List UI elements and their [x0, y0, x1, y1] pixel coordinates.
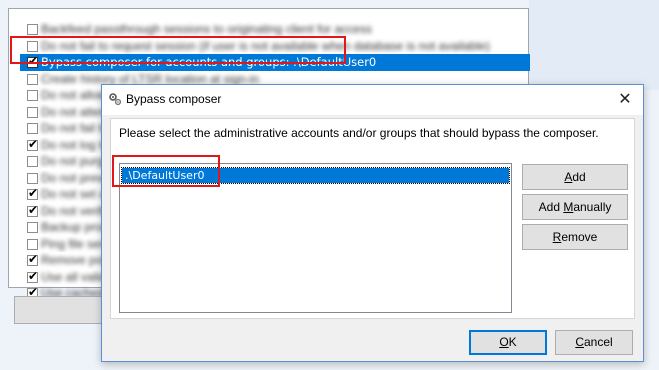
background-right-panel	[529, 0, 659, 90]
close-icon: ✕	[618, 91, 632, 108]
remove-button[interactable]: Remove	[522, 224, 628, 250]
dialog-title: Bypass composer	[126, 92, 222, 106]
setting-checkbox[interactable]	[27, 222, 38, 233]
highlight-box-setting	[10, 36, 346, 64]
add-manually-button[interactable]: Add Manually	[522, 194, 628, 220]
cancel-button[interactable]: Cancel	[555, 330, 633, 355]
setting-checkbox[interactable]	[27, 156, 38, 167]
checkmark-icon: ✔	[28, 268, 39, 283]
setting-label: Do not fail to	[41, 121, 109, 135]
dialog-titlebar: Bypass composer ✕	[102, 85, 643, 115]
setting-label: Backfeed passthrough sessions to origina…	[41, 22, 372, 36]
setting-label: Use all valid	[41, 269, 106, 284]
bypass-composer-dialog: Bypass composer ✕ Please select the admi…	[101, 84, 644, 362]
add-button[interactable]: Add	[522, 164, 628, 190]
setting-checkbox[interactable]	[27, 106, 38, 118]
setting-checkbox[interactable]	[27, 90, 38, 101]
setting-checkbox[interactable]	[27, 172, 38, 184]
close-button[interactable]: ✕	[615, 90, 635, 110]
setting-checkbox[interactable]	[27, 123, 38, 134]
highlight-box-list-item	[112, 155, 220, 187]
instruction-text: Please select the administrative account…	[119, 126, 599, 140]
checkmark-icon: ✔	[28, 136, 39, 151]
checkmark-icon: ✔	[28, 202, 39, 217]
setting-checkbox[interactable]	[27, 238, 38, 250]
setting-checkbox[interactable]	[27, 73, 38, 85]
setting-label: Do not verify	[41, 203, 109, 218]
setting-checkbox[interactable]	[27, 24, 38, 35]
gears-icon	[109, 93, 122, 106]
dialog-content: Please select the administrative account…	[110, 118, 635, 319]
checkmark-icon: ✔	[28, 252, 39, 266]
checkmark-icon: ✔	[28, 186, 39, 200]
ok-button[interactable]: OK	[469, 330, 547, 355]
setting-label: Do not purge	[41, 154, 111, 168]
